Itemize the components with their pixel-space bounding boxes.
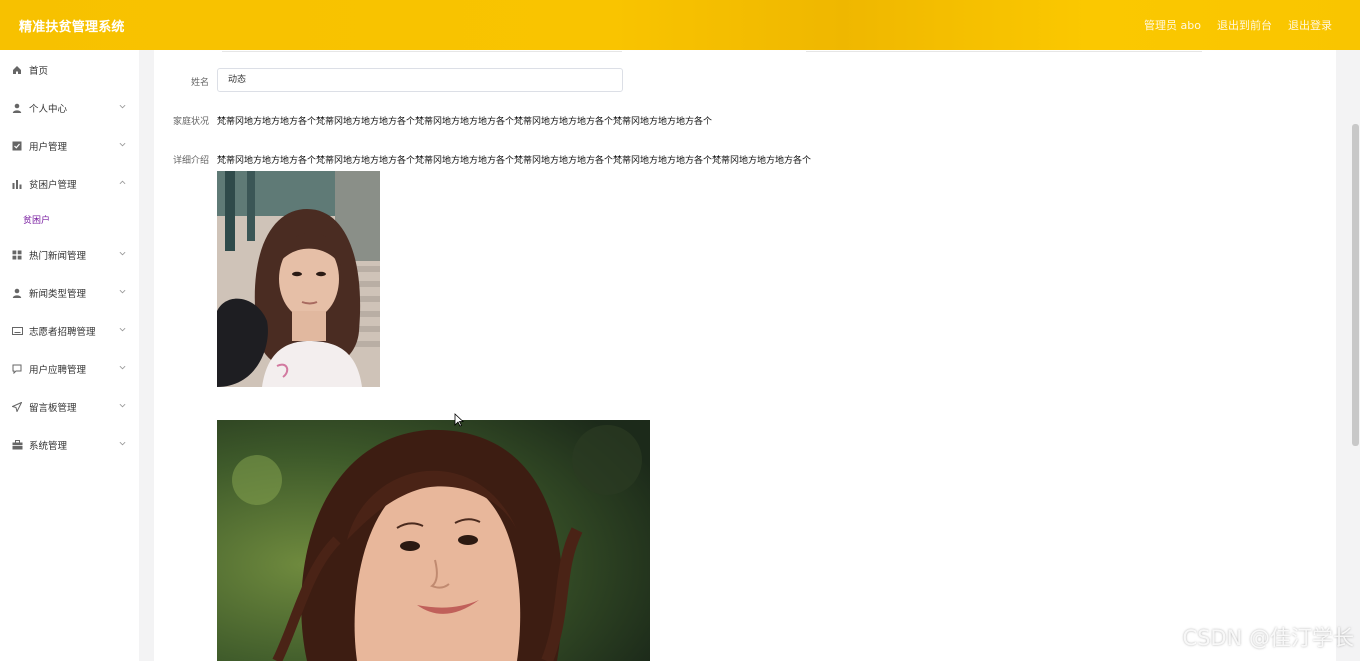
chevron-down-icon — [119, 327, 126, 332]
detail-intro-label: 详细介绍 — [172, 156, 209, 166]
sidebar-item-label: 热门新闻管理 — [29, 251, 87, 262]
top-header: 精准扶贫管理系统 管理员 abo 退出到前台 退出登录 — [0, 0, 1360, 50]
family-status-label: 家庭状况 — [172, 117, 209, 127]
chevron-down-icon — [119, 142, 126, 147]
sidebar-item-label: 个人中心 — [29, 104, 68, 115]
chevron-down-icon — [119, 251, 126, 256]
detail-intro-value: 梵蒂冈地方地方地方各个梵蒂冈地方地方地方各个梵蒂冈地方地方地方各个梵蒂冈地方地方… — [217, 156, 812, 166]
card-icon — [11, 325, 23, 337]
sidebar-item-label: 系统管理 — [29, 441, 68, 452]
user-icon — [11, 287, 23, 299]
briefcase-icon — [11, 439, 23, 451]
user-icon — [11, 102, 23, 114]
logout-link[interactable]: 退出登录 — [1288, 17, 1332, 33]
sidebar-item-label: 首页 — [29, 66, 49, 77]
sidebar-item-user-mgmt[interactable]: 用户管理 — [0, 134, 139, 158]
sidebar-item-home[interactable]: 首页 — [0, 58, 139, 82]
bar-chart-icon — [11, 178, 23, 190]
header-actions: 管理员 abo 退出到前台 退出登录 — [1144, 17, 1360, 33]
family-status-value: 梵蒂冈地方地方地方各个梵蒂冈地方地方地方各个梵蒂冈地方地方地方各个梵蒂冈地方地方… — [217, 117, 713, 127]
name-input[interactable]: 动态 — [217, 68, 623, 92]
chat-icon — [11, 363, 23, 375]
sidebar-item-label: 用户应聘管理 — [29, 365, 87, 376]
checkbox-icon — [11, 140, 23, 152]
chevron-down-icon — [119, 289, 126, 294]
app-title: 精准扶贫管理系统 — [19, 19, 125, 35]
chevron-up-icon — [119, 180, 126, 185]
watermark: CSDN @佳汀学长 — [1182, 626, 1354, 650]
sidebar-item-hot-news-mgmt[interactable]: 热门新闻管理 — [0, 243, 139, 267]
sidebar-item-volunteer-recruit-mgmt[interactable]: 志愿者招聘管理 — [0, 319, 139, 343]
sidebar-item-label: 用户管理 — [29, 142, 68, 153]
back-to-front-link[interactable]: 退出到前台 — [1217, 17, 1272, 33]
sidebar-item-news-type-mgmt[interactable]: 新闻类型管理 — [0, 281, 139, 305]
sidebar-item-label: 留言板管理 — [29, 403, 77, 414]
sidebar: 首页 个人中心 用户管理 贫困户管理 贫困户 热门新闻管理 新闻类型管理 志愿者… — [0, 50, 139, 661]
chevron-down-icon — [119, 403, 126, 408]
grid-icon — [11, 249, 23, 261]
sidebar-item-label: 新闻类型管理 — [29, 289, 87, 300]
sidebar-item-message-board-mgmt[interactable]: 留言板管理 — [0, 395, 139, 419]
admin-user-link[interactable]: 管理员 abo — [1144, 17, 1201, 33]
scrolled-input-left[interactable] — [222, 44, 622, 52]
chevron-down-icon — [119, 365, 126, 370]
mouse-cursor-icon — [454, 413, 464, 427]
send-icon — [11, 401, 23, 413]
chevron-down-icon — [119, 441, 126, 446]
detail-image-1 — [217, 171, 380, 387]
chevron-down-icon — [119, 104, 126, 109]
scrolled-input-right[interactable] — [806, 44, 1202, 52]
name-label: 姓名 — [190, 78, 209, 88]
sidebar-item-personal-center[interactable]: 个人中心 — [0, 96, 139, 120]
sidebar-item-label: 贫困户管理 — [29, 180, 77, 191]
home-icon — [11, 64, 23, 76]
sidebar-subitem-poor-household[interactable]: 贫困户 — [23, 213, 50, 226]
detail-image-2 — [217, 420, 650, 661]
sidebar-item-user-application-mgmt[interactable]: 用户应聘管理 — [0, 357, 139, 381]
page-scrollbar[interactable] — [1352, 124, 1359, 446]
sidebar-item-label: 志愿者招聘管理 — [29, 327, 96, 338]
sidebar-item-system-mgmt[interactable]: 系统管理 — [0, 433, 139, 457]
sidebar-item-poor-household-mgmt[interactable]: 贫困户管理 — [0, 172, 139, 196]
